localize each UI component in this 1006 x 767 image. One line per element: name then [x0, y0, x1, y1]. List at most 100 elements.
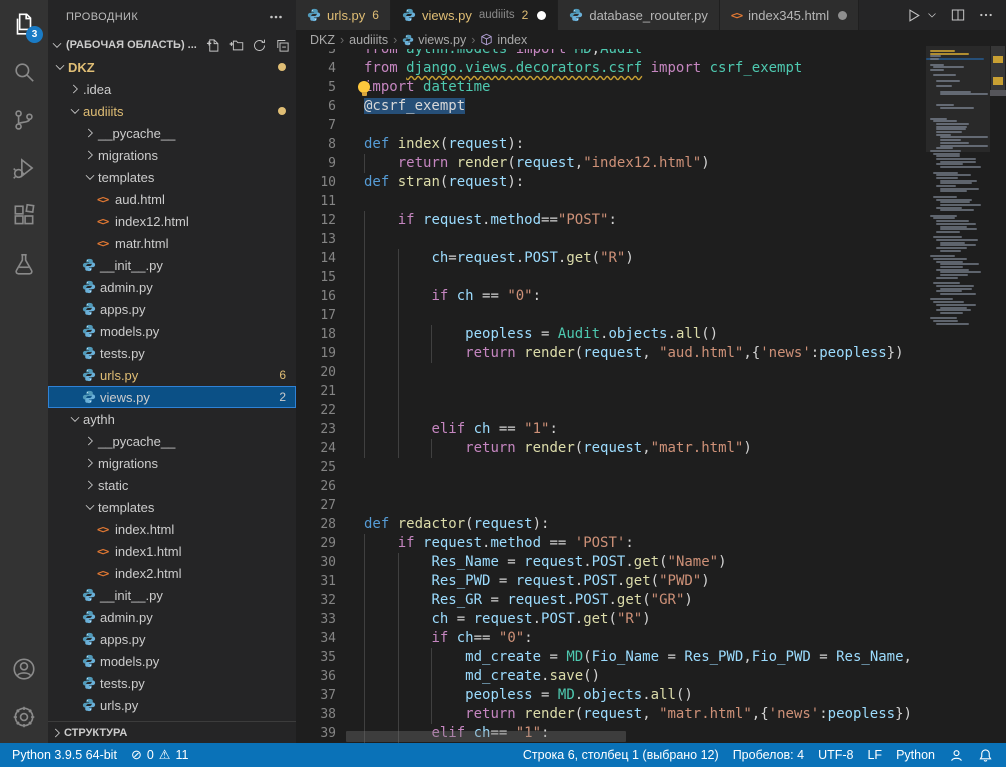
split-editor-icon[interactable] — [950, 7, 966, 23]
breadcrumb-item-audiiits[interactable]: audiiits — [349, 33, 388, 47]
tree-item-views.py[interactable]: views.py2 — [48, 386, 296, 408]
code-line-26: 26 — [296, 477, 926, 496]
chevron-down-icon[interactable] — [926, 9, 938, 21]
breadcrumb-item-DKZ[interactable]: DKZ — [310, 33, 335, 47]
chevron-right-icon[interactable] — [82, 148, 98, 162]
tree-item-urls.py[interactable]: urls.py6 — [48, 364, 296, 386]
breadcrumb-item-index[interactable]: index — [480, 33, 527, 47]
activity-item-settings[interactable] — [0, 693, 48, 741]
tab-database_roouter.py[interactable]: database_roouter.py — [558, 0, 720, 30]
tree-item-label: static — [98, 478, 128, 493]
chevron-down-icon[interactable] — [67, 104, 83, 118]
editor-code-area[interactable]: 3from aythh.models import MD,Audit4from … — [296, 40, 926, 743]
activity-item-testing[interactable] — [0, 240, 48, 288]
new-folder-icon[interactable] — [229, 38, 244, 53]
tree-item-aud.html[interactable]: <>aud.html — [48, 188, 296, 210]
status-eol[interactable]: LF — [860, 748, 889, 762]
outline-section-header[interactable]: СТРУКТУРА — [48, 721, 296, 743]
tree-item-admin.py[interactable]: admin.py — [48, 606, 296, 628]
breadcrumb-item-views.py[interactable]: views.py — [402, 33, 466, 47]
tree-item-matr.html[interactable]: <>matr.html — [48, 232, 296, 254]
tree-item-DKZ[interactable]: DKZ — [48, 56, 296, 78]
tab-urls.py[interactable]: urls.py6 — [296, 0, 391, 30]
status-language-mode[interactable]: Python — [889, 748, 942, 762]
tree-item-__init__.py[interactable]: __init__.py — [48, 254, 296, 276]
collapse-all-icon[interactable] — [275, 38, 290, 53]
minimap-line — [933, 74, 956, 76]
tree-item-index12.html[interactable]: <>index12.html — [48, 210, 296, 232]
horizontal-scrollbar-thumb[interactable] — [346, 731, 626, 742]
tree-item-__init__.py[interactable]: __init__.py — [48, 584, 296, 606]
activity-item-run-debug[interactable] — [0, 144, 48, 192]
minimap-line — [936, 128, 965, 130]
python-icon — [82, 588, 96, 602]
tree-item-aythh[interactable]: aythh — [48, 408, 296, 430]
refresh-icon[interactable] — [252, 38, 267, 53]
chevron-down-icon[interactable] — [82, 170, 98, 184]
python-icon — [82, 610, 96, 624]
status-python-interpreter[interactable]: Python 3.9.5 64-bit — [5, 748, 124, 762]
activity-item-explorer[interactable]: 3 — [0, 0, 48, 48]
tree-item-label: audiiits — [83, 104, 123, 119]
chevron-right-icon[interactable] — [67, 82, 83, 96]
status-indentation[interactable]: Пробелов: 4 — [726, 748, 811, 762]
workspace-section-header[interactable]: (РАБОЧАЯ ОБЛАСТЬ) ... — [48, 34, 296, 56]
chevron-right-icon[interactable] — [82, 126, 98, 140]
tree-item-label: views.py — [100, 390, 150, 405]
indent-guide — [364, 401, 365, 420]
tree-item-static[interactable]: static — [48, 474, 296, 496]
tree-item-templates[interactable]: templates — [48, 496, 296, 518]
sidebar-more-actions-icon[interactable] — [268, 9, 284, 25]
tree-item-urls.py[interactable]: urls.py — [48, 694, 296, 716]
tree-item-audiiits[interactable]: audiiits — [48, 100, 296, 122]
ellipsis-icon[interactable] — [978, 7, 994, 23]
tree-item-apps.py[interactable]: apps.py — [48, 298, 296, 320]
tree-item-models.py[interactable]: models.py — [48, 650, 296, 672]
chevron-right-icon[interactable] — [82, 456, 98, 470]
tree-item-templates[interactable]: templates — [48, 166, 296, 188]
html-icon: <> — [97, 545, 108, 558]
code-line-9: 9 return render(request,"index12.html") — [296, 154, 926, 173]
activity-item-search[interactable] — [0, 48, 48, 96]
minimap-line — [936, 247, 967, 249]
tree-item-models.py[interactable]: models.py — [48, 320, 296, 342]
vertical-scrollbar-thumb[interactable] — [991, 46, 1005, 96]
chevron-right-icon[interactable] — [82, 478, 98, 492]
new-file-icon[interactable] — [206, 38, 221, 53]
minimap[interactable] — [926, 40, 990, 743]
tab-views.py[interactable]: views.pyaudiiits2 — [391, 0, 558, 30]
chevron-down-icon[interactable] — [52, 60, 68, 74]
chevron-down-icon[interactable] — [67, 412, 83, 426]
status-cursor-position[interactable]: Строка 6, столбец 1 (выбрано 12) — [516, 748, 726, 762]
chevron-right-icon[interactable] — [82, 434, 98, 448]
dirty-dot-icon[interactable] — [537, 11, 546, 20]
tree-item-apps.py[interactable]: apps.py — [48, 628, 296, 650]
play-icon[interactable] — [905, 7, 922, 24]
tree-item-.idea[interactable]: .idea — [48, 78, 296, 100]
chevron-down-icon[interactable] — [82, 500, 98, 514]
activity-item-extensions[interactable] — [0, 192, 48, 240]
activity-item-source-control[interactable] — [0, 96, 48, 144]
tree-item-migrations[interactable]: migrations — [48, 144, 296, 166]
tree-item-index2.html[interactable]: <>index2.html — [48, 562, 296, 584]
tab-index345.html[interactable]: <>index345.html — [720, 0, 859, 30]
tree-item-admin.py[interactable]: admin.py — [48, 276, 296, 298]
dirty-dot-icon[interactable] — [838, 11, 847, 20]
overview-ruler-scrollbar[interactable] — [990, 30, 1006, 743]
tree-item-index.html[interactable]: <>index.html — [48, 518, 296, 540]
notifications-bell-icon[interactable] — [971, 748, 1000, 763]
lightbulb-icon[interactable] — [358, 81, 370, 93]
tree-item-migrations[interactable]: migrations — [48, 452, 296, 474]
activity-item-account[interactable] — [0, 645, 48, 693]
feedback-icon[interactable] — [942, 748, 971, 763]
extensions-icon — [11, 203, 37, 229]
status-encoding[interactable]: UTF-8 — [811, 748, 860, 762]
tree-item-__pycache__[interactable]: __pycache__ — [48, 122, 296, 144]
python-icon — [82, 258, 96, 272]
tree-item-__pycache__[interactable]: __pycache__ — [48, 430, 296, 452]
tree-item-tests.py[interactable]: tests.py — [48, 342, 296, 364]
tree-item-index1.html[interactable]: <>index1.html — [48, 540, 296, 562]
tree-item-tests.py[interactable]: tests.py — [48, 672, 296, 694]
minimap-line — [940, 266, 963, 268]
status-problems[interactable]: ⊘ 0 ⚠ 11 — [124, 747, 196, 763]
